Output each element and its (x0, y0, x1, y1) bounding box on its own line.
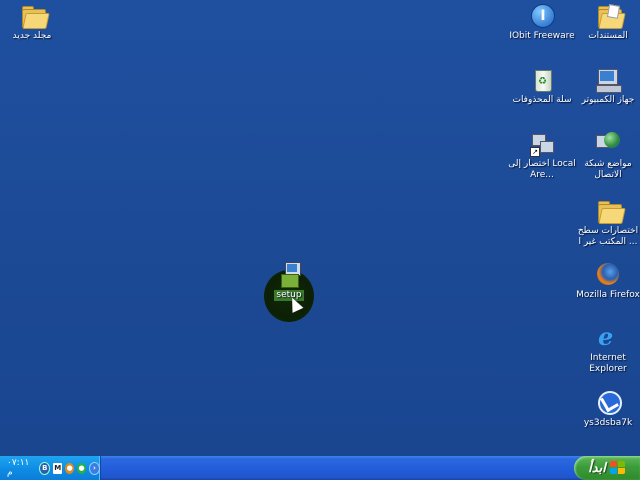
internet-explorer-icon: e (598, 322, 614, 351)
computer-icon (594, 67, 622, 93)
network-globe-icon (594, 131, 622, 157)
start-button[interactable]: ابدأ (574, 456, 640, 480)
desktop-icon-new-folder[interactable]: مجلد جديد (0, 3, 66, 42)
desktop-icon-label: مجلد جديد (12, 31, 52, 41)
desktop-icon-desktop-shortcuts[interactable]: اختصارات سطح المكتب غير ا ... (574, 198, 640, 248)
desktop-icon-label: اختصارات سطح المكتب غير ا ... (577, 226, 639, 247)
desktop-icon-label: المستندات (588, 31, 628, 41)
tray-globe-icon[interactable]: ● (77, 462, 87, 474)
desktop-icon-label: اختصار إلى Local Are... (508, 159, 576, 180)
desktop-icon-label: Mozilla Firefox (576, 290, 640, 300)
desktop-icon-label: Internet Explorer (589, 353, 627, 374)
desktop-icon-ys3dsba7k[interactable]: ys3dsba7k (574, 390, 640, 429)
recycle-bin-icon: ♻ (528, 67, 556, 93)
tray-expand-chevron-icon[interactable]: › (89, 461, 100, 475)
documents-folder-icon (594, 3, 626, 29)
desktop-icon-label: ys3dsba7k (583, 418, 633, 428)
desktop-icon-label: IObit Freeware (509, 31, 575, 41)
windows-logo-icon (609, 461, 626, 475)
desktop-icon-iobit[interactable]: I IObit Freeware (508, 3, 576, 42)
firefox-icon (594, 262, 622, 288)
start-button-label: ابدأ (588, 460, 606, 476)
desktop-icon-recycle-bin[interactable]: ♻ سلة المحذوفات (508, 67, 576, 106)
desktop-icon-internet-explorer[interactable]: e Internet Explorer (574, 325, 640, 375)
folder-icon (594, 198, 626, 224)
desktop-icon-label: جهاز الكمبيوتر (581, 95, 635, 105)
desktop-icon-my-documents[interactable]: المستندات (574, 3, 640, 42)
desktop-icon-firefox[interactable]: Mozilla Firefox (574, 262, 640, 301)
ys3dsba7k-app-icon (594, 390, 622, 416)
folder-icon (18, 3, 50, 29)
tray-clock[interactable]: ٠٧:١١ م (7, 458, 36, 478)
desktop-icon-label: سلة المحذوفات (512, 95, 572, 105)
tray-b-icon[interactable]: B (39, 461, 51, 475)
desktop-icon-label: مواضع شبكة الاتصال (584, 159, 632, 180)
desktop-icon-lan-shortcut[interactable]: ↗ اختصار إلى Local Are... (508, 131, 576, 181)
iobit-info-icon: I (528, 3, 556, 29)
setup-installer-icon (275, 262, 303, 288)
tray-shield-icon[interactable]: ● (65, 462, 75, 474)
desktop[interactable]: المستندات I IObit Freeware جهاز الكمبيوت… (0, 0, 640, 456)
network-connection-icon: ↗ (528, 131, 556, 157)
system-tray[interactable]: ٠٧:١١ م B M ● ● › (0, 456, 101, 480)
desktop-icon-setup[interactable]: setup (255, 262, 323, 301)
tray-m-icon[interactable]: M (53, 462, 63, 474)
taskbar[interactable]: ٠٧:١١ م B M ● ● › ابدأ (0, 456, 640, 480)
desktop-icon-network-places[interactable]: مواضع شبكة الاتصال (574, 131, 640, 181)
desktop-icon-my-computer[interactable]: جهاز الكمبيوتر (574, 67, 640, 106)
